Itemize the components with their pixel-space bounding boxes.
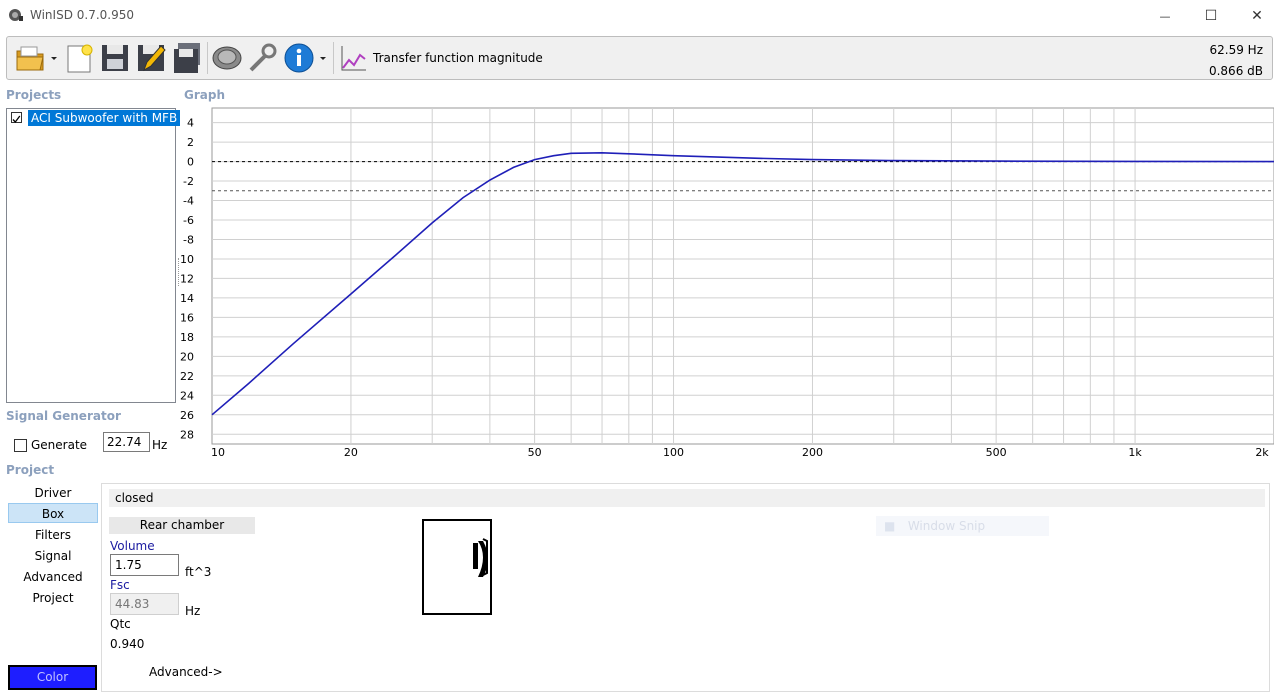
toolbar-separator bbox=[207, 42, 208, 74]
minimize-icon: — bbox=[1159, 9, 1171, 23]
checkmark-icon bbox=[12, 115, 21, 124]
y-tick-label: -8 bbox=[183, 233, 194, 246]
qtc-label: Qtc bbox=[110, 617, 131, 631]
y-tick-label: -26 bbox=[180, 409, 194, 422]
generate-label: Generate bbox=[31, 438, 88, 452]
y-tick-label: -18 bbox=[180, 331, 194, 344]
maximize-button[interactable]: ☐ bbox=[1188, 0, 1234, 32]
open-button[interactable] bbox=[14, 42, 46, 74]
box-panel bbox=[101, 483, 1270, 692]
x-tick-label: 2k bbox=[1255, 446, 1269, 459]
driver-magnet-icon bbox=[473, 543, 478, 569]
y-tick-label: 4 bbox=[187, 117, 194, 130]
fsc-field bbox=[110, 593, 179, 615]
y-tick-label: -2 bbox=[183, 175, 194, 188]
generator-frequency-input[interactable] bbox=[103, 432, 150, 452]
open-dropdown-icon[interactable] bbox=[50, 52, 58, 64]
maximize-icon: ☐ bbox=[1204, 8, 1218, 24]
transfer-function-graph[interactable]: 420-2-4-6-8-10-12-14-16-18-20-22-24-26-2… bbox=[180, 100, 1274, 464]
close-button[interactable]: ✕ bbox=[1234, 0, 1280, 32]
tab-filters[interactable]: Filters bbox=[8, 525, 98, 545]
cursor-level-readout: 0.866 dB bbox=[1208, 64, 1263, 78]
enclosure-diagram bbox=[422, 519, 492, 615]
fsc-unit: Hz bbox=[185, 604, 201, 618]
y-tick-label: -20 bbox=[180, 350, 194, 363]
box-type-header: closed bbox=[109, 489, 1265, 507]
y-tick-label: -14 bbox=[180, 292, 194, 305]
snip-label: Window Snip bbox=[907, 519, 986, 533]
x-tick-label: 20 bbox=[344, 446, 358, 459]
save-icon bbox=[102, 45, 128, 71]
snip-icon: ■ bbox=[884, 519, 896, 533]
generator-unit: Hz bbox=[152, 438, 168, 452]
y-tick-label: -28 bbox=[180, 428, 194, 441]
x-tick-label: 500 bbox=[986, 446, 1007, 459]
rear-chamber-header: Rear chamber bbox=[109, 517, 255, 534]
new-project-button[interactable] bbox=[63, 42, 95, 74]
graph-type-button[interactable] bbox=[338, 42, 370, 74]
y-tick-label: -16 bbox=[180, 311, 194, 324]
tab-driver[interactable]: Driver bbox=[8, 483, 98, 503]
title-bar bbox=[0, 0, 1280, 32]
project-item[interactable]: ACI Subwoofer with MFB bbox=[28, 110, 181, 126]
x-tick-label: 1k bbox=[1128, 446, 1142, 459]
graph-type-label: Transfer function magnitude bbox=[373, 51, 543, 65]
x-tick-label: 200 bbox=[802, 446, 823, 459]
open-folder-icon bbox=[16, 46, 44, 71]
generate-checkbox[interactable] bbox=[14, 439, 27, 452]
new-project-icon bbox=[67, 44, 93, 73]
window-title: WinISD 0.7.0.950 bbox=[30, 8, 135, 22]
y-tick-label: -10 bbox=[180, 253, 194, 266]
projects-label: Projects bbox=[6, 88, 62, 102]
cursor-frequency-readout: 62.59 Hz bbox=[1209, 43, 1264, 57]
project-section-label: Project bbox=[6, 463, 55, 477]
y-tick-label: -24 bbox=[180, 389, 194, 402]
save-all-icon bbox=[174, 43, 200, 73]
tab-signal[interactable]: Signal bbox=[8, 546, 98, 566]
save-all-button[interactable] bbox=[171, 42, 203, 74]
y-tick-label: -4 bbox=[183, 195, 194, 208]
save-as-button[interactable] bbox=[135, 42, 167, 74]
splitter-handle[interactable] bbox=[178, 258, 181, 286]
advanced-link[interactable]: Advanced-> bbox=[149, 665, 223, 679]
y-tick-label: 2 bbox=[187, 136, 194, 149]
y-tick-label: 0 bbox=[187, 156, 194, 169]
tab-box[interactable]: Box bbox=[8, 503, 98, 523]
tab-project[interactable]: Project bbox=[8, 588, 98, 608]
x-tick-label: 50 bbox=[528, 446, 542, 459]
tools-button[interactable] bbox=[247, 42, 279, 74]
info-button[interactable] bbox=[283, 42, 315, 74]
close-icon: ✕ bbox=[1251, 8, 1263, 24]
signal-generator-label: Signal Generator bbox=[6, 409, 121, 423]
toolbar-separator bbox=[333, 42, 334, 74]
info-dropdown-icon[interactable] bbox=[319, 52, 327, 64]
save-edit-icon bbox=[138, 45, 166, 72]
qtc-value: 0.940 bbox=[110, 637, 145, 651]
driver-icon bbox=[212, 46, 242, 70]
fsc-label: Fsc bbox=[110, 578, 130, 592]
x-tick-label: 10 bbox=[211, 446, 225, 459]
y-tick-label: -6 bbox=[183, 214, 194, 227]
projects-list[interactable] bbox=[6, 108, 176, 403]
minimize-button[interactable]: — bbox=[1142, 0, 1188, 32]
volume-label: Volume bbox=[110, 539, 155, 553]
y-tick-label: -12 bbox=[180, 272, 194, 285]
save-button[interactable] bbox=[99, 42, 131, 74]
graph-type-icon bbox=[341, 46, 366, 71]
window-snip-overlay: ■ Window Snip bbox=[876, 516, 1049, 536]
y-tick-label: -22 bbox=[180, 370, 194, 383]
tools-icon bbox=[249, 43, 277, 72]
x-tick-label: 100 bbox=[663, 446, 684, 459]
project-checkbox[interactable] bbox=[11, 112, 22, 124]
volume-unit: ft^3 bbox=[185, 565, 212, 579]
color-button[interactable]: Color bbox=[8, 665, 97, 690]
info-icon bbox=[284, 43, 314, 73]
app-icon bbox=[9, 9, 23, 21]
volume-input[interactable] bbox=[110, 554, 179, 576]
tab-advanced[interactable]: Advanced bbox=[8, 567, 98, 587]
driver-button[interactable] bbox=[211, 42, 243, 74]
